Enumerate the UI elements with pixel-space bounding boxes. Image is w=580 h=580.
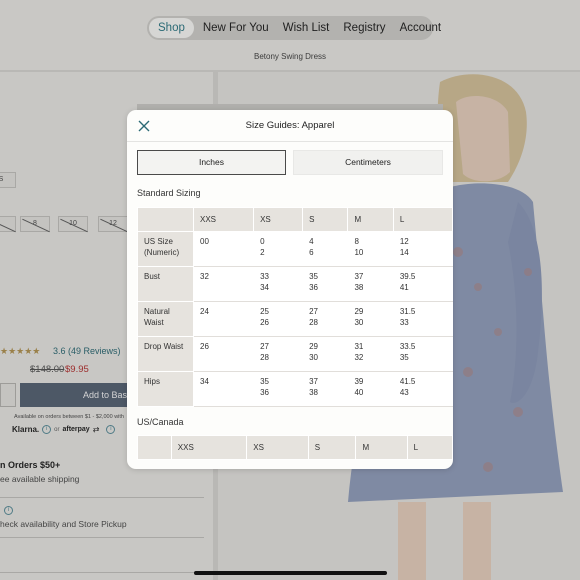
table-cell: 26 — [192, 336, 255, 372]
standard-sizing-table: XXS XS S M L US Size (Numeric) 00 02 46 … — [137, 207, 453, 407]
or-label: or — [54, 426, 60, 433]
review-count: (49 Reviews) — [68, 346, 121, 356]
table-header-row: XXS XS S M L — [137, 435, 453, 460]
section-title-us-canada: US/Canada — [137, 417, 184, 427]
rating-stars: ★★★★★ — [0, 346, 41, 356]
table-cell: 25 26 — [253, 301, 304, 337]
free-shipping-subtext: ee available shipping — [0, 474, 80, 484]
tab-centimeters[interactable]: Centimeters — [293, 150, 443, 175]
size-option-unavailable[interactable]: 10 — [58, 216, 88, 233]
nav-item-shop[interactable]: Shop — [149, 18, 194, 38]
column-header: XXS — [170, 435, 248, 460]
size-option[interactable]: S — [0, 172, 16, 188]
size-option-unavailable[interactable]: 12 — [98, 216, 128, 233]
row-label: Bust — [137, 266, 194, 302]
payment-options: Klarna. i or afterpay ⇄ i — [12, 425, 116, 434]
column-header: S — [307, 435, 357, 460]
nav-item-account[interactable]: Account — [393, 18, 449, 38]
klarna-note: Available on orders between $1 - $2,000 … — [14, 414, 124, 420]
column-header: L — [406, 435, 453, 460]
sale-price: $9.95 — [65, 364, 89, 375]
modal-title: Size Guides: Apparel — [245, 120, 335, 131]
unit-toggle: Inches Centimeters — [137, 150, 443, 175]
store-info-icon[interactable]: i — [4, 506, 13, 515]
table-cell: 33.5 35 — [392, 336, 453, 372]
table-row: Natural Waist 24 25 26 27 28 29 30 31.5 33 — [137, 301, 453, 337]
table-row: Bust 32 33 34 35 36 37 38 39.5 41 — [137, 266, 453, 302]
table-cell: 8 10 — [347, 231, 394, 267]
klarna-info-icon[interactable]: i — [42, 425, 52, 434]
table-cell: 34 — [192, 371, 255, 407]
product-name: Betony Swing Dress — [253, 52, 327, 61]
size-option-unavailable[interactable] — [0, 216, 16, 233]
table-cell: 32 — [192, 266, 255, 302]
table-cell: 37 38 — [347, 266, 394, 302]
section-title-standard-sizing: Standard Sizing — [137, 188, 201, 198]
table-cell: 12 14 — [392, 231, 453, 267]
afterpay-mark-icon: ⇄ — [92, 425, 100, 434]
modal-header: Size Guides: Apparel — [127, 110, 453, 142]
table-cell: 41.5 43 — [392, 371, 453, 407]
nav-bar: Shop New For You Wish List Registry Acco… — [147, 16, 441, 40]
table-cell: 24 — [192, 301, 255, 337]
row-label: Hips — [137, 371, 194, 407]
table-cell: 35 36 — [253, 371, 304, 407]
table-cell: 29 30 — [347, 301, 394, 337]
rating-value: 3.6 — [53, 346, 66, 356]
table-cell: 31 32 — [347, 336, 394, 372]
home-indicator — [194, 571, 387, 575]
divider — [0, 537, 204, 538]
tab-inches[interactable]: Inches — [137, 150, 286, 175]
original-price: $148.00 — [30, 364, 65, 375]
nav-item-new-for-you[interactable]: New For You — [196, 18, 276, 38]
column-header: XS — [253, 207, 304, 232]
free-shipping-heading: n Orders $50+ — [0, 460, 61, 470]
table-cell: 39.5 41 — [392, 266, 453, 302]
nav-item-wish-list[interactable]: Wish List — [276, 18, 337, 38]
store-pickup-link[interactable]: heck availability and Store Pickup — [0, 519, 127, 529]
table-cell: 35 36 — [302, 266, 349, 302]
row-label: US Size (Numeric) — [137, 231, 194, 267]
afterpay-logo: afterpay — [62, 426, 90, 433]
table-cell: 33 34 — [253, 266, 304, 302]
table-cell: 27 28 — [253, 336, 304, 372]
divider — [0, 497, 204, 498]
column-header: S — [302, 207, 349, 232]
column-header: M — [347, 207, 394, 232]
column-header: XS — [246, 435, 309, 460]
table-cell: 39 40 — [347, 371, 394, 407]
us-canada-table: XXS XS S M L — [137, 435, 453, 460]
column-header: L — [392, 207, 453, 232]
row-label: Natural Waist — [137, 301, 194, 337]
table-row: Hips 34 35 36 37 38 39 40 41.5 43 — [137, 371, 453, 407]
table-corner — [137, 207, 194, 232]
table-corner — [137, 435, 172, 460]
table-row: US Size (Numeric) 00 02 46 8 10 12 14 — [137, 231, 453, 267]
table-cell: 37 38 — [302, 371, 349, 407]
rating-link[interactable]: 3.6 (49 Reviews) — [53, 346, 121, 356]
klarna-logo: Klarna. — [12, 425, 40, 434]
table-cell: 46 — [302, 231, 349, 267]
table-row: Drop Waist 26 27 28 29 30 31 32 33.5 35 — [137, 336, 453, 372]
divider — [0, 572, 204, 573]
table-header-row: XXS XS S M L — [137, 207, 453, 232]
afterpay-info-icon[interactable]: i — [106, 425, 116, 434]
row-label: Drop Waist — [137, 336, 194, 372]
size-guide-modal: Size Guides: Apparel Inches Centimeters … — [127, 110, 453, 469]
quantity-select[interactable] — [0, 383, 16, 407]
nav-item-registry[interactable]: Registry — [336, 18, 392, 38]
column-header: XXS — [192, 207, 255, 232]
table-cell: 29 30 — [302, 336, 349, 372]
table-cell: 27 28 — [302, 301, 349, 337]
table-cell: 02 — [253, 231, 304, 267]
top-bar: Shop New For You Wish List Registry Acco… — [0, 0, 580, 70]
table-cell: 31.5 33 — [392, 301, 453, 337]
table-cell: 00 — [192, 231, 255, 267]
size-option-unavailable[interactable]: 8 — [20, 216, 50, 233]
column-header: M — [355, 435, 408, 460]
